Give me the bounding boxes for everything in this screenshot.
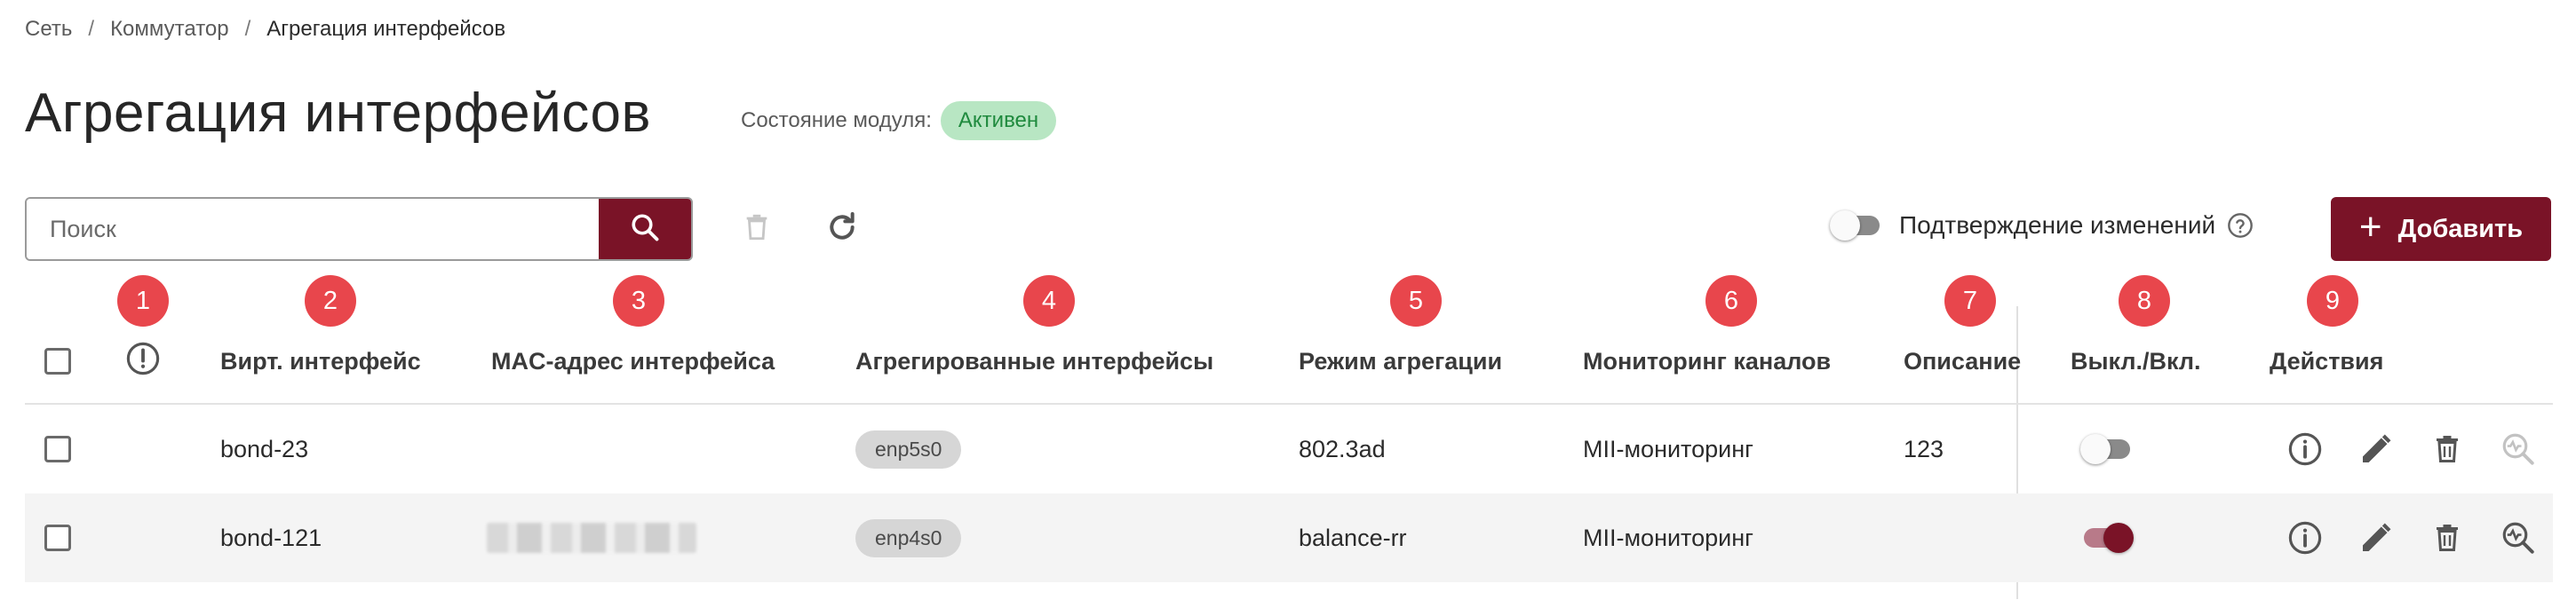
cell-interface: bond-23 [220, 435, 309, 462]
table-row[interactable]: bond-121 enp4s0 balance-rr MII-мониторин… [25, 493, 2553, 582]
add-button[interactable]: + Добавить [2331, 197, 2551, 261]
confirm-changes: Подтверждение изменений [1830, 210, 2254, 241]
table-row[interactable]: bond-23 enp5s0 802.3ad MII-мониторинг 12… [25, 405, 2553, 493]
row-checkbox[interactable] [44, 525, 71, 551]
breadcrumb-item-network[interactable]: Сеть [25, 17, 72, 42]
delete-selected-button[interactable] [734, 206, 780, 252]
aggregated-interface-chip: enp5s0 [855, 430, 962, 469]
pencil-icon[interactable] [2356, 517, 2397, 558]
cell-interface: bond-121 [220, 524, 322, 551]
breadcrumb-current: Агрегация интерфейсов [266, 17, 506, 41]
page-title: Агрегация интерфейсов [25, 83, 651, 144]
mac-address-redacted [487, 523, 696, 553]
cell-description: 123 [1904, 435, 1944, 462]
pencil-icon[interactable] [2356, 429, 2397, 470]
aggregated-interface-chip: enp4s0 [855, 518, 962, 557]
search-button[interactable] [599, 199, 691, 259]
search-input[interactable] [27, 199, 599, 259]
info-icon[interactable] [2285, 429, 2326, 470]
help-circle-icon[interactable] [2226, 211, 2254, 240]
column-header-mode[interactable]: Режим агрегации [1299, 320, 1502, 403]
enable-toggle[interactable] [2084, 523, 2134, 553]
module-state-label: Состояние модуля: [741, 108, 932, 132]
confirm-changes-toggle[interactable] [1830, 210, 1880, 241]
column-header-monitoring[interactable]: Мониторинг каналов [1583, 320, 1831, 403]
column-header-enabled: Выкл./Вкл. [2071, 347, 2201, 375]
breadcrumb: Сеть / Коммутатор / Агрегация интерфейсо… [25, 16, 505, 43]
confirm-changes-label: Подтверждение изменений [1899, 211, 2216, 239]
search-box [25, 197, 693, 261]
row-checkbox[interactable] [44, 436, 71, 462]
add-button-label: Добавить [2397, 214, 2524, 243]
refresh-button[interactable] [819, 206, 865, 252]
info-icon[interactable] [2285, 517, 2326, 558]
column-header-interface[interactable]: Вирт. интерфейс [220, 320, 421, 403]
select-all-checkbox[interactable] [44, 348, 71, 375]
plus-icon: + [2358, 205, 2382, 249]
trash-icon[interactable] [2427, 429, 2468, 470]
breadcrumb-item-switch[interactable]: Коммутатор [110, 17, 229, 42]
cell-monitoring: MII-мониторинг [1583, 524, 1753, 551]
column-header-actions: Действия [2270, 347, 2384, 375]
column-header-aggregated[interactable]: Агрегированные интерфейсы [855, 320, 1213, 403]
trash-icon [742, 210, 772, 249]
search-pulse-icon [2498, 429, 2539, 470]
trash-icon[interactable] [2427, 517, 2468, 558]
refresh-icon [824, 209, 860, 249]
search-icon [629, 211, 661, 248]
search-pulse-icon[interactable] [2498, 517, 2539, 558]
status-badge: Активен [940, 101, 1057, 140]
column-header-mac[interactable]: MAC-адрес интерфейса [491, 320, 775, 403]
alert-circle-icon [124, 340, 162, 383]
enable-toggle[interactable] [2080, 434, 2130, 464]
table-header: Вирт. интерфейс MAC-адрес интерфейса Агр… [25, 320, 2553, 405]
cell-monitoring: MII-мониторинг [1583, 435, 1753, 462]
cell-mode: 802.3ad [1299, 435, 1386, 462]
module-state: Состояние модуля: Активен [741, 101, 1057, 140]
column-header-description[interactable]: Описание [1904, 320, 2021, 403]
breadcrumb-separator: / [244, 17, 251, 41]
cell-mode: balance-rr [1299, 524, 1407, 551]
breadcrumb-separator: / [88, 17, 95, 41]
